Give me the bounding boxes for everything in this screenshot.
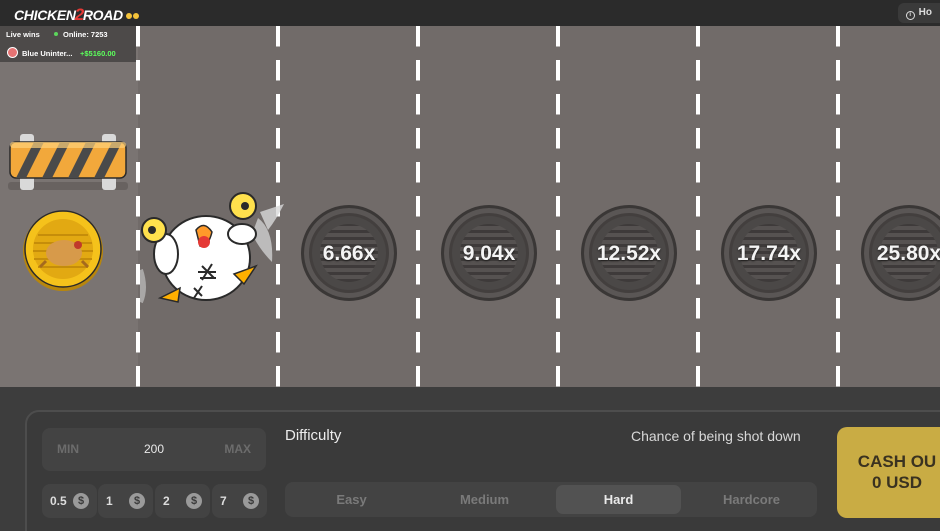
difficulty-label: Difficulty [285, 427, 342, 444]
dollar-icon: $ [243, 493, 259, 509]
quick-bet-chip[interactable]: 7 $ [212, 484, 267, 518]
dollar-icon: $ [186, 493, 202, 509]
cash-out-button[interactable]: CASH OU 0 USD [837, 427, 940, 518]
difficulty-option-hard[interactable]: Hard [556, 485, 681, 514]
lane-manhole[interactable]: 12.52x [581, 205, 677, 301]
dollar-icon: $ [73, 493, 89, 509]
lane-manhole[interactable]: 9.04x [441, 205, 537, 301]
lane-divider [556, 26, 560, 387]
online-count: Online: 7253 [54, 30, 108, 39]
barrier-icon [8, 134, 128, 190]
lane-multiplier: 25.80x [876, 242, 940, 265]
lane-divider [416, 26, 420, 387]
coin-icon [23, 210, 103, 291]
difficulty-option-medium[interactable]: Medium [422, 485, 547, 514]
chance-label: Chance of being shot down [631, 428, 801, 444]
dollar-icon: $ [129, 493, 145, 509]
lane-multiplier: 6.66x [322, 242, 376, 265]
info-icon: i [905, 11, 915, 20]
lane-manhole[interactable]: 17.74x [721, 205, 817, 301]
live-wins-title: Live wins [6, 30, 40, 39]
max-bet-button[interactable]: MAX [224, 442, 251, 456]
lane-manhole[interactable]: 6.66x [301, 205, 397, 301]
cash-out-label: CASH OU [857, 452, 937, 471]
game-stage: CHICKEN2ROAD i Ho Live wins Online: 7253 … [0, 0, 940, 531]
lane-multiplier: 12.52x [596, 242, 662, 265]
lane-manhole[interactable]: 25.80x [861, 205, 940, 301]
cash-out-amount: 0 USD [871, 473, 923, 492]
chicken-icon [140, 192, 284, 304]
lane-divider [836, 26, 840, 387]
difficulty-option-easy[interactable]: Easy [289, 485, 414, 514]
win-amount: +$5160.00 [80, 49, 116, 58]
lane-divider [696, 26, 700, 387]
quick-bet-chip[interactable]: 1 $ [98, 484, 153, 518]
egg-icon [125, 7, 139, 23]
winner-name: Blue Uninter... [22, 49, 73, 58]
lane-multiplier: 17.74x [736, 242, 802, 265]
game-logo: CHICKEN2ROAD [14, 5, 139, 25]
top-header: CHICKEN2ROAD i Ho [0, 0, 940, 26]
difficulty-selector: Easy Medium Hard Hardcore [285, 482, 817, 517]
quick-bet-chip[interactable]: 2 $ [155, 484, 210, 518]
lane-multiplier: 9.04x [462, 242, 516, 265]
bet-amount-input[interactable]: MIN 200 MAX [42, 428, 266, 471]
how-to-play-button[interactable]: i Ho [897, 3, 940, 23]
live-wins-panel: Live wins Online: 7253 Blue Uninter... +… [0, 26, 136, 62]
quick-bet-chip[interactable]: 0.5 $ [42, 484, 97, 518]
avatar [7, 47, 18, 58]
difficulty-option-hardcore[interactable]: Hardcore [689, 485, 814, 514]
